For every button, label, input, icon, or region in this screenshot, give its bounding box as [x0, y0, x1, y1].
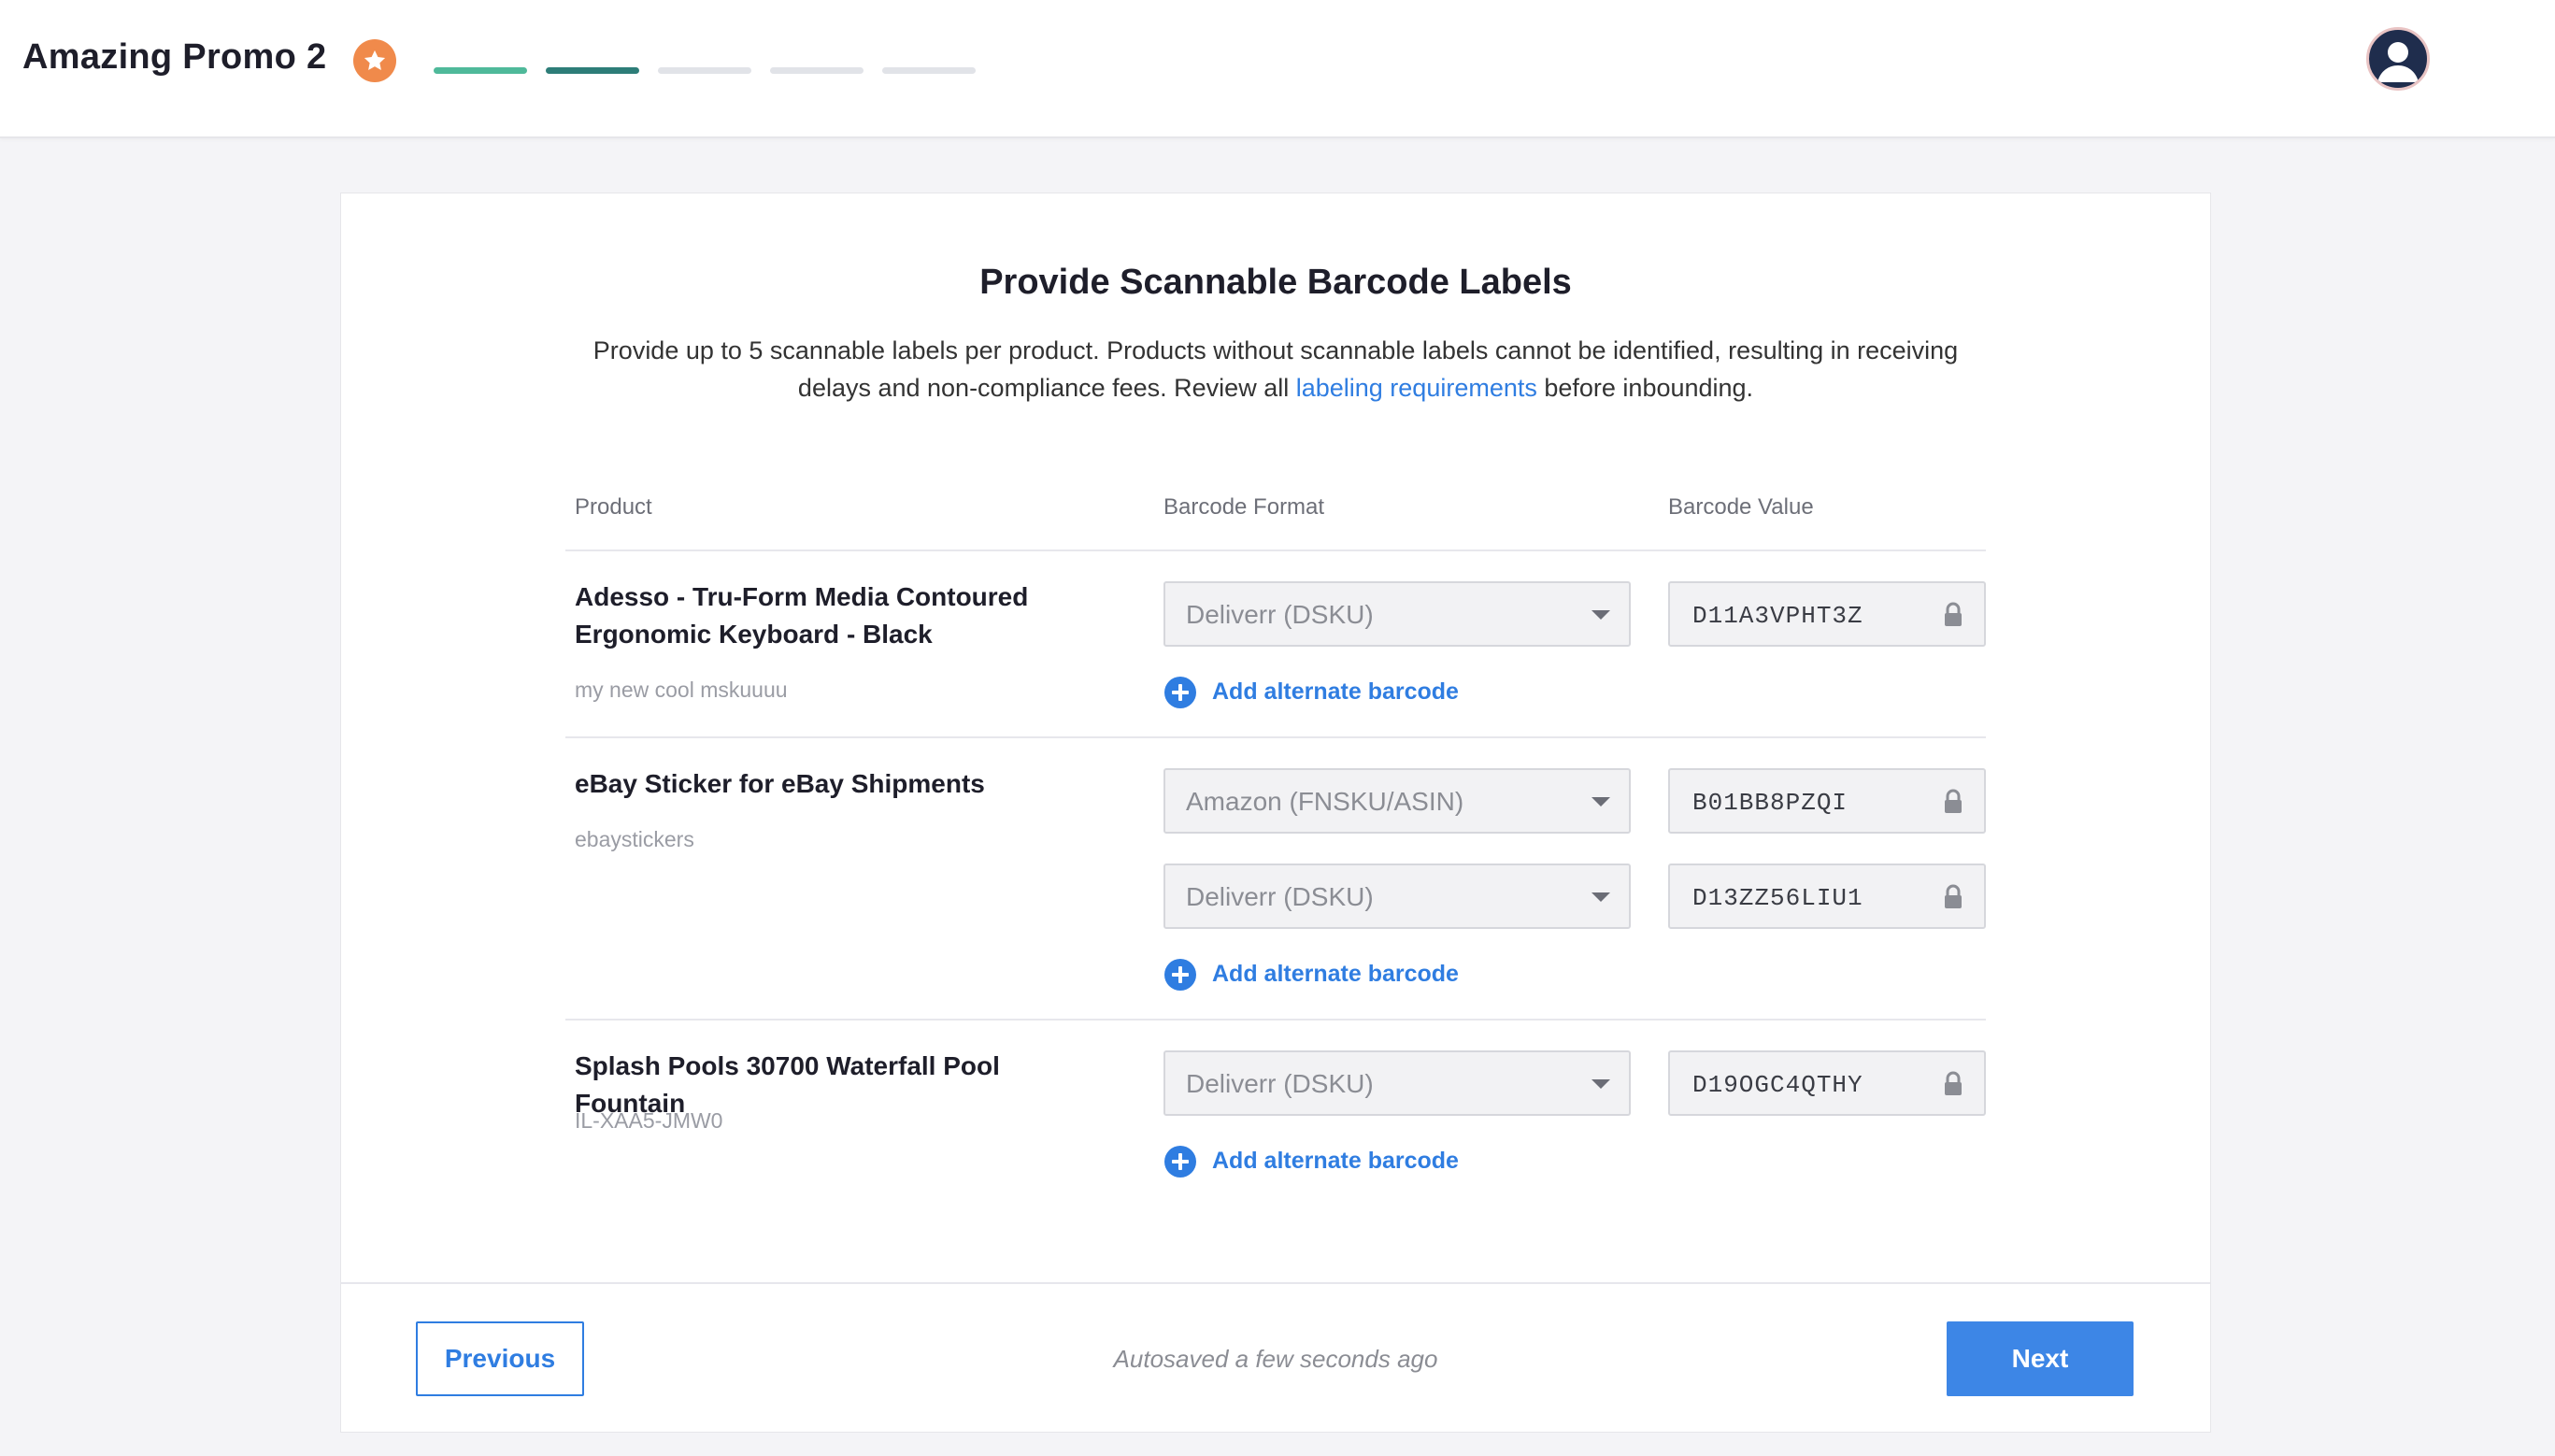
labeling-requirements-link[interactable]: labeling requirements: [1296, 374, 1537, 402]
progress-step-4: [770, 67, 864, 74]
barcode-format-value: Deliverr (DSKU): [1186, 1069, 1374, 1098]
product-name: eBay Sticker for eBay Shipments: [575, 769, 985, 798]
plus-circle-icon: [1164, 677, 1196, 708]
description-text-end: before inbounding.: [1536, 374, 1754, 402]
user-avatar-icon[interactable]: [2366, 27, 2430, 91]
barcode-format-select[interactable]: Deliverr (DSKU): [1163, 581, 1631, 647]
barcode-card: Provide Scannable Barcode Labels Provide…: [340, 193, 2211, 1433]
column-header-barcode-value: Barcode Value: [1668, 494, 1814, 520]
barcode-format-value: Amazon (FNSKU/ASIN): [1186, 787, 1464, 816]
progress-step-3: [658, 67, 751, 74]
card-description: Provide up to 5 scannable labels per pro…: [556, 332, 1995, 407]
product-sku: ebaystickers: [575, 827, 694, 851]
add-alternate-barcode-label: Add alternate barcode: [1212, 961, 1459, 987]
barcode-value-field: D11A3VPHT3Z: [1668, 581, 1986, 647]
chevron-down-icon: [1592, 797, 1610, 807]
plus-circle-icon: [1164, 959, 1196, 991]
progress-step-1: [434, 67, 527, 74]
lock-icon: [1945, 789, 1962, 813]
barcode-format-value: Deliverr (DSKU): [1186, 882, 1374, 911]
autosave-status: Autosaved a few seconds ago: [1113, 1345, 1438, 1373]
column-header-product: Product: [575, 494, 652, 520]
top-bar: Amazing Promo 2: [0, 0, 2555, 138]
footer-divider: [341, 1282, 2210, 1284]
lock-icon: [1945, 602, 1962, 626]
barcode-value: D19OGC4QTHY: [1692, 1071, 1863, 1099]
barcode-value: D11A3VPHT3Z: [1692, 602, 1863, 630]
column-header-barcode-format: Barcode Format: [1163, 494, 1325, 520]
product-sku: my new cool mskuuuu: [575, 678, 788, 702]
product-sku: IL-XAA5-JMW0: [575, 1108, 723, 1133]
lock-icon: [1945, 884, 1962, 908]
star-icon: [353, 39, 396, 82]
card-title: Provide Scannable Barcode Labels: [979, 263, 1572, 302]
barcode-value-field: B01BB8PZQI: [1668, 768, 1986, 834]
barcode-value-field: D19OGC4QTHY: [1668, 1050, 1986, 1116]
next-button[interactable]: Next: [1947, 1321, 2134, 1396]
barcode-value: B01BB8PZQI: [1692, 789, 1848, 817]
product-name: Adesso - Tru-Form Media Contoured Ergono…: [575, 582, 1029, 649]
table-divider: [565, 1019, 1986, 1021]
plus-circle-icon: [1164, 1146, 1196, 1178]
chevron-down-icon: [1592, 1079, 1610, 1089]
barcode-value-field: D13ZZ56LIU1: [1668, 864, 1986, 929]
barcode-format-select[interactable]: Deliverr (DSKU): [1163, 1050, 1631, 1116]
barcode-format-select[interactable]: Amazon (FNSKU/ASIN): [1163, 768, 1631, 834]
barcode-format-select[interactable]: Deliverr (DSKU): [1163, 864, 1631, 929]
chevron-down-icon: [1592, 892, 1610, 902]
table-divider: [565, 736, 1986, 738]
barcode-format-value: Deliverr (DSKU): [1186, 600, 1374, 629]
description-text: Provide up to 5 scannable labels per pro…: [592, 336, 1959, 402]
barcode-value: D13ZZ56LIU1: [1692, 884, 1863, 912]
table-divider: [565, 550, 1986, 551]
add-alternate-barcode-label: Add alternate barcode: [1212, 678, 1459, 705]
chevron-down-icon: [1592, 610, 1610, 620]
progress-step-5: [882, 67, 976, 74]
add-alternate-barcode-label: Add alternate barcode: [1212, 1148, 1459, 1174]
progress-step-2: [546, 67, 639, 74]
lock-icon: [1945, 1071, 1962, 1095]
page-title: Amazing Promo 2: [22, 37, 327, 77]
